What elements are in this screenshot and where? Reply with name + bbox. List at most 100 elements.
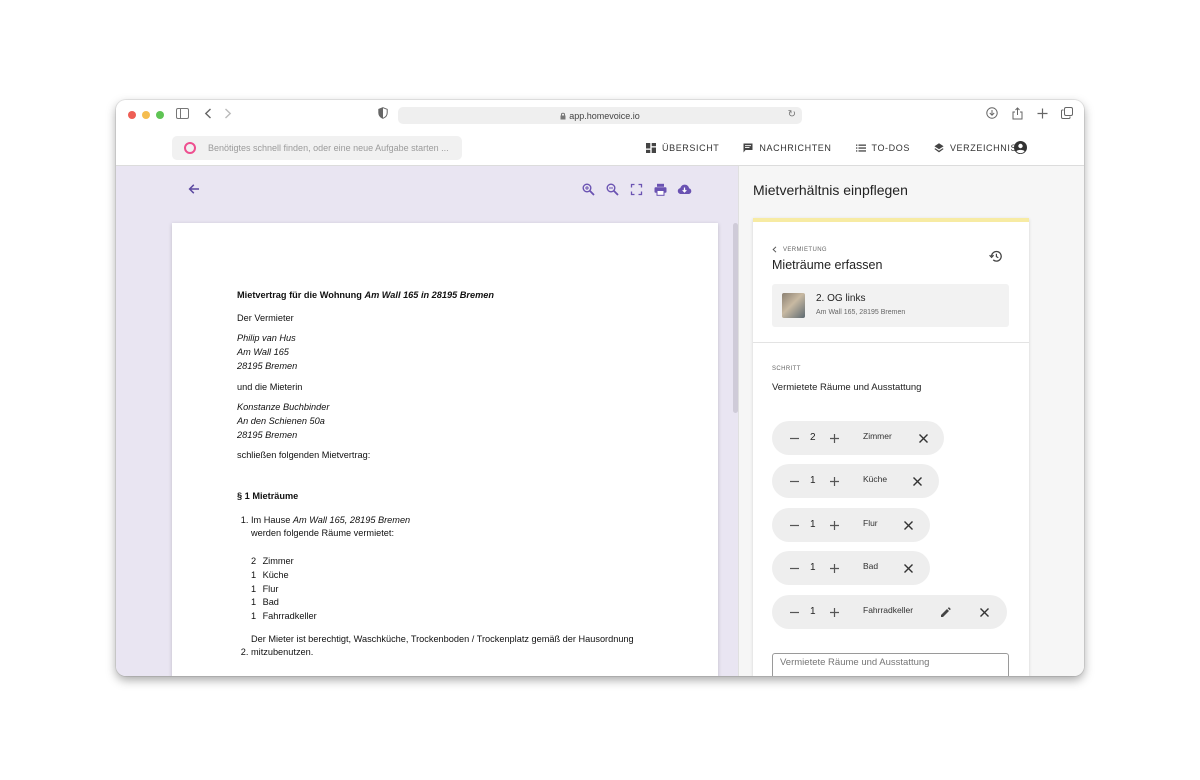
contract-closing: schließen folgenden Mietvertrag: [237, 450, 371, 461]
nav-item-uebersicht[interactable]: ÜBERSICHT [646, 143, 719, 153]
privacy-shield-icon[interactable] [375, 107, 391, 123]
quantity-value: 1 [810, 475, 816, 486]
url-text: app.homevoice.io [569, 110, 640, 121]
chevron-left-icon [772, 246, 777, 253]
tenant-intro: und die Mieterin [237, 381, 303, 392]
sidebar-toggle-icon[interactable] [174, 107, 190, 123]
nav-item-verzeichnis[interactable]: VERZEICHNIS [934, 143, 1017, 153]
room-row: 2 Zimmer [251, 555, 718, 569]
decrement-button[interactable] [787, 561, 801, 575]
search-input[interactable] [208, 143, 448, 153]
search-box[interactable] [172, 136, 462, 160]
maximize-window-button[interactable] [156, 111, 164, 119]
nav-item-label: VERZEICHNIS [949, 143, 1018, 153]
item-suffix: werden folgende Räume vermietet: [251, 528, 394, 539]
message-icon [743, 143, 753, 153]
browser-forward-icon[interactable] [220, 107, 236, 123]
quantity-value: 1 [810, 606, 816, 617]
minus-icon [789, 437, 799, 439]
plus-icon [829, 433, 839, 443]
room-row: 1 Flur [251, 583, 718, 597]
decrement-button[interactable] [787, 518, 801, 532]
nav-item-nachrichten[interactable]: NACHRICHTEN [743, 143, 831, 153]
decrement-button[interactable] [787, 474, 801, 488]
downloads-icon[interactable] [984, 107, 1000, 123]
nav-item-label: TO-DOS [871, 143, 910, 153]
document-title: Mietvertrag für die Wohnung Am Wall 165 … [237, 289, 718, 303]
quantity-value: 2 [810, 432, 816, 443]
browser-back-icon[interactable] [200, 107, 216, 123]
item-text: Der Mieter ist berechtigt, Waschküche, T… [251, 633, 634, 658]
address-bar[interactable]: app.homevoice.io ↻ [398, 107, 802, 124]
quantity-value: 1 [810, 519, 816, 530]
room-label: Flur [863, 518, 878, 528]
rooms-textfield[interactable] [772, 653, 1009, 676]
app-logo-icon [184, 142, 196, 154]
list-item: Im Hause Am Wall 165, 28195 Bremen werde… [251, 514, 718, 624]
rooms-list: 2 Zimmer 1 Küche 1 Flur 1 Bad 1 Fahrradk… [251, 555, 718, 624]
room-name: Zimmer [262, 556, 294, 567]
step-label: SCHRITT [772, 366, 801, 372]
remove-chip-button[interactable] [901, 561, 915, 575]
decrement-button[interactable] [787, 605, 801, 619]
document-page: Mietvertrag für die Wohnung Am Wall 165 … [172, 223, 718, 676]
tab-overview-icon[interactable] [1059, 107, 1075, 123]
document-pane: Mietvertrag für die Wohnung Am Wall 165 … [116, 166, 738, 676]
unit-summary[interactable]: 2. OG links Am Wall 165, 28195 Bremen [772, 284, 1009, 327]
room-count: 1 [251, 583, 257, 594]
form-card: VERMIETUNG Mieträume erfassen 2. OG link… [753, 218, 1029, 676]
back-arrow-icon[interactable] [188, 182, 202, 196]
list-icon [855, 144, 866, 152]
zoom-out-button[interactable] [604, 181, 620, 197]
new-tab-icon[interactable] [1034, 107, 1050, 123]
tenant-street: An den Schienen 50a [237, 415, 325, 426]
panel-title: Mietverhältnis einpflegen [753, 182, 908, 198]
decrement-button[interactable] [787, 431, 801, 445]
room-count: 1 [251, 610, 257, 621]
room-name: Fahrradkeller [262, 610, 317, 621]
nav-item-todos[interactable]: TO-DOS [855, 143, 910, 153]
increment-button[interactable] [827, 518, 841, 532]
landlord-street: Am Wall 165 [237, 347, 289, 358]
download-button[interactable] [676, 181, 692, 197]
remove-chip-button[interactable] [910, 474, 924, 488]
edit-chip-button[interactable] [938, 605, 952, 619]
room-count: 1 [251, 569, 257, 580]
increment-button[interactable] [827, 561, 841, 575]
reload-icon[interactable]: ↻ [788, 109, 796, 120]
close-window-button[interactable] [128, 111, 136, 119]
increment-button[interactable] [827, 474, 841, 488]
zoom-in-button[interactable] [580, 181, 596, 197]
room-label: Fahrradkeller [863, 605, 914, 615]
close-icon [903, 563, 913, 573]
history-icon[interactable] [989, 250, 1003, 264]
fullscreen-button[interactable] [628, 181, 644, 197]
room-row: 1 Küche [251, 569, 718, 583]
print-button[interactable] [652, 181, 668, 197]
close-icon [979, 607, 989, 617]
pencil-icon [940, 606, 951, 617]
list-item: Der Mieter ist berechtigt, Waschküche, T… [251, 633, 718, 660]
breadcrumb[interactable]: VERMIETUNG [772, 246, 827, 253]
minus-icon [789, 611, 799, 613]
increment-button[interactable] [827, 605, 841, 619]
room-label: Bad [863, 561, 879, 571]
plus-icon [829, 563, 839, 573]
share-icon[interactable] [1009, 107, 1025, 123]
remove-chip-button[interactable] [977, 605, 991, 619]
unit-name: 2. OG links [816, 293, 866, 304]
lock-icon [560, 112, 566, 119]
minus-icon [789, 567, 799, 569]
room-count: 2 [251, 556, 257, 567]
dashboard-icon [646, 143, 656, 153]
close-icon [903, 520, 913, 530]
divider [753, 342, 1029, 343]
layers-icon [934, 143, 944, 153]
room-row: 1 Fahrradkeller [251, 610, 718, 624]
account-icon[interactable] [1014, 141, 1028, 155]
minimize-window-button[interactable] [142, 111, 150, 119]
remove-chip-button[interactable] [916, 431, 930, 445]
increment-button[interactable] [827, 431, 841, 445]
landlord-city: 28195 Bremen [237, 360, 298, 371]
remove-chip-button[interactable] [901, 518, 915, 532]
